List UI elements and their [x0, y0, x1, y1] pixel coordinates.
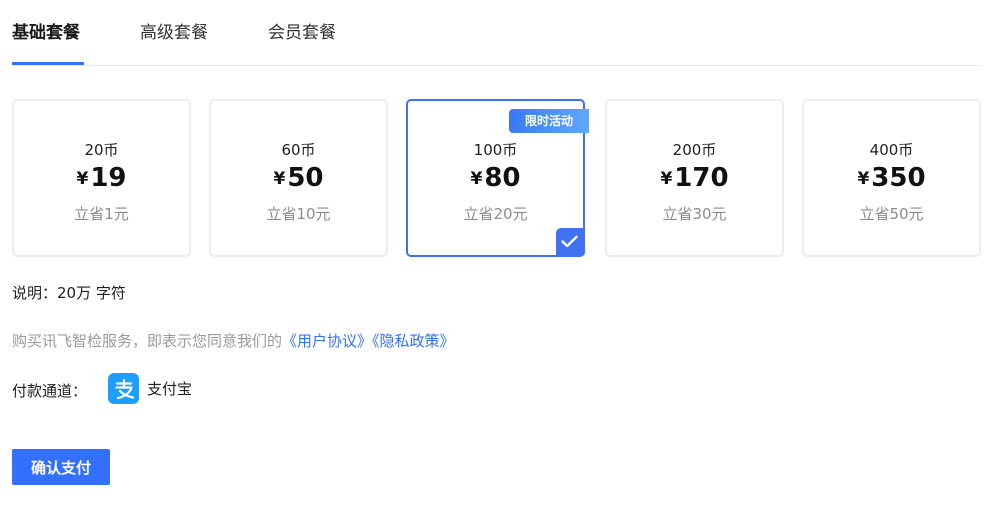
package-card-20[interactable]: 20币 ¥19 立省1元 [12, 99, 191, 257]
currency-symbol: ¥ [470, 169, 483, 189]
price-amount: 19 [90, 163, 127, 193]
package-coins: 400币 [869, 141, 914, 159]
tab-advanced-package[interactable]: 高级套餐 [140, 18, 208, 43]
currency-symbol: ¥ [76, 169, 89, 189]
currency-symbol: ¥ [857, 169, 870, 189]
package-coins: 20币 [84, 141, 119, 159]
price-amount: 80 [484, 163, 521, 193]
package-price: ¥170 [607, 163, 782, 193]
package-price: ¥19 [14, 163, 189, 193]
alipay-label: 支付宝 [147, 380, 193, 398]
tab-member-package[interactable]: 会员套餐 [268, 18, 336, 43]
package-coins: 60币 [281, 141, 316, 159]
package-saving: 立省50元 [859, 205, 924, 223]
package-saving: 立省20元 [463, 205, 528, 223]
user-agreement-link[interactable]: 《用户协议》 [282, 332, 372, 350]
package-card-400[interactable]: 400币 ¥350 立省50元 [802, 99, 981, 257]
package-card-200[interactable]: 200币 ¥170 立省30元 [605, 99, 784, 257]
price-amount: 170 [674, 163, 729, 193]
payment-channel-label: 付款通道： [12, 382, 88, 400]
alipay-option[interactable]: 支付宝 [108, 373, 192, 404]
agreement-text: 购买讯飞智检服务，即表示您同意我们的《用户协议》《隐私政策》 [12, 330, 455, 351]
selected-check-icon [556, 228, 583, 255]
package-cards: 20币 ¥19 立省1元 60币 ¥50 立省10元 100币 ¥80 立省20… [12, 99, 981, 257]
package-note: 说明：20万 字符 [12, 284, 126, 302]
package-price: ¥50 [211, 163, 386, 193]
limited-offer-badge: 限时活动 [508, 109, 589, 133]
currency-symbol: ¥ [660, 169, 673, 189]
package-tabs: 基础套餐 高级套餐 会员套餐 [12, 0, 981, 66]
active-tab-indicator [12, 62, 84, 65]
package-saving: 立省1元 [74, 205, 129, 223]
privacy-policy-link[interactable]: 《隐私政策》 [372, 332, 455, 350]
price-amount: 50 [287, 163, 324, 193]
package-card-60[interactable]: 60币 ¥50 立省10元 [209, 99, 388, 257]
tab-basic-package[interactable]: 基础套餐 [12, 18, 80, 43]
alipay-icon [108, 373, 139, 404]
package-price: ¥80 [408, 163, 583, 193]
package-price: ¥350 [804, 163, 979, 193]
package-coins: 100币 [473, 141, 518, 159]
currency-symbol: ¥ [273, 169, 286, 189]
package-saving: 立省10元 [266, 205, 331, 223]
package-saving: 立省30元 [662, 205, 727, 223]
price-amount: 350 [871, 163, 926, 193]
agreement-prefix: 购买讯飞智检服务，即表示您同意我们的 [12, 332, 283, 350]
confirm-payment-button[interactable]: 确认支付 [12, 449, 110, 485]
package-card-100[interactable]: 100币 ¥80 立省20元 限时活动 [406, 99, 589, 257]
package-coins: 200币 [672, 141, 717, 159]
